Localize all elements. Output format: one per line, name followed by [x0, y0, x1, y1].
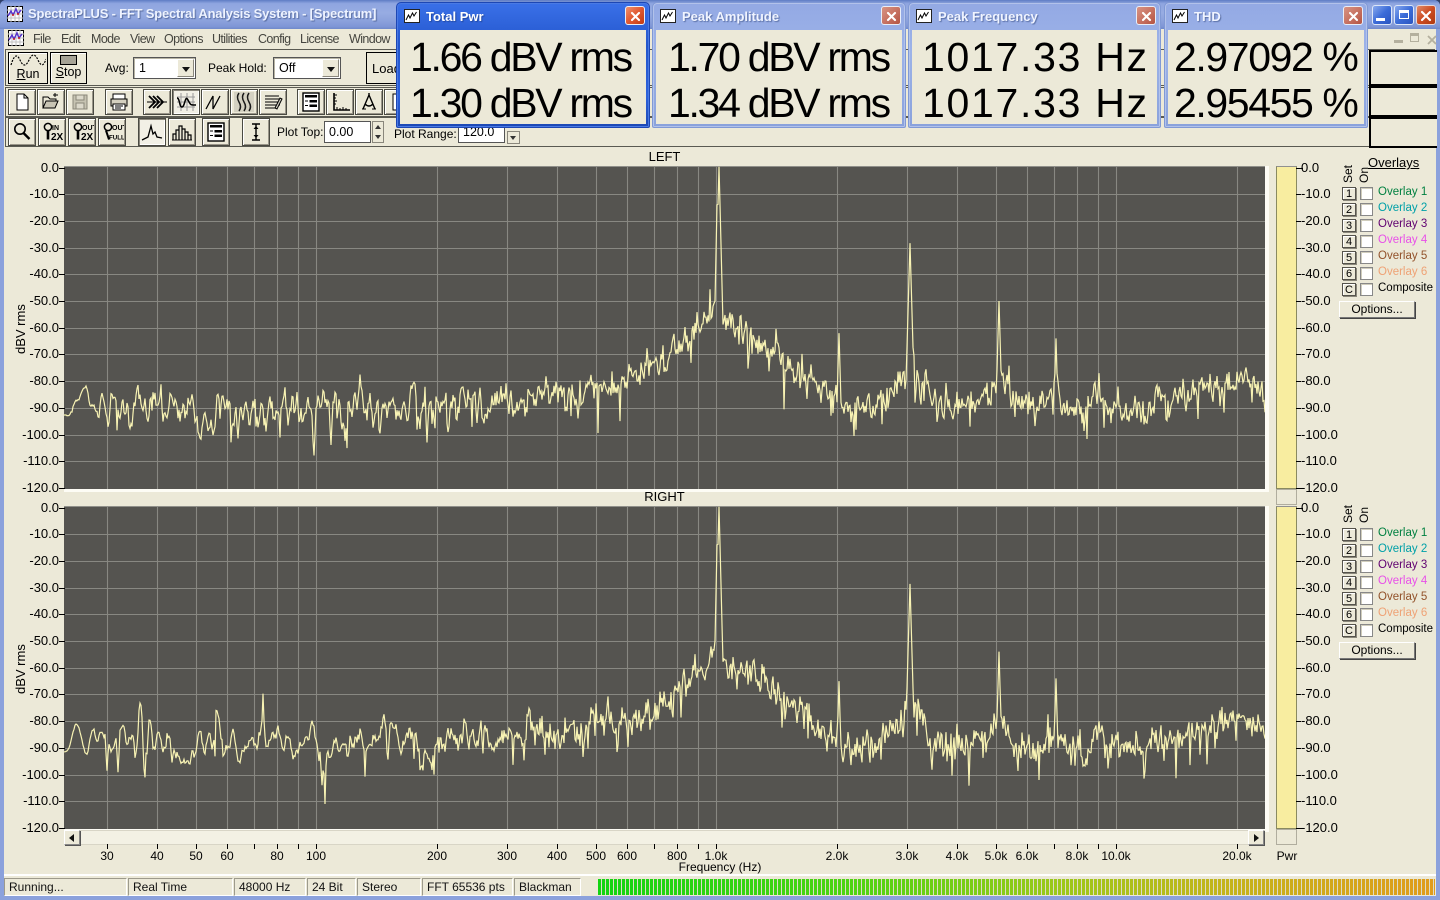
svg-text:2X: 2X [81, 132, 94, 143]
svg-text:IN: IN [52, 125, 59, 132]
svg-text:2X: 2X [51, 132, 64, 143]
svg-text:FULL: FULL [109, 135, 124, 142]
svg-text:OUT: OUT [112, 125, 124, 132]
svg-text:OUT: OUT [82, 125, 94, 132]
